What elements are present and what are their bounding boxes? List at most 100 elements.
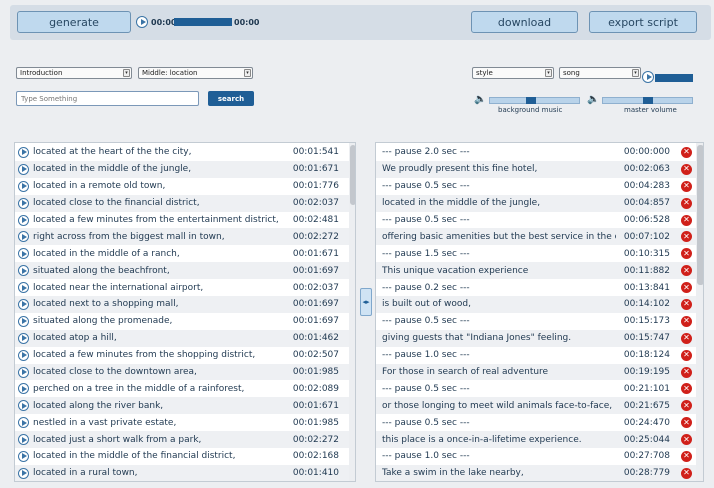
remove-icon[interactable]: ✕ [681,467,692,479]
script-row[interactable]: or those longing to meet wild animals fa… [376,397,696,415]
remove-icon[interactable]: ✕ [681,383,692,395]
scroll-thumb[interactable] [697,145,703,285]
song-progress-bar[interactable] [655,74,693,82]
player-progress-bar[interactable] [174,18,232,26]
script-row[interactable]: --- pause 0.2 sec --- 00:13:841 ✕ [376,279,696,296]
remove-icon[interactable]: ✕ [681,248,692,260]
phrase-row[interactable]: located atop a hill, 00:01:462 [15,329,349,347]
remove-icon[interactable]: ✕ [681,434,692,446]
remove-icon[interactable]: ✕ [681,231,692,243]
play-icon[interactable] [18,197,29,209]
play-icon[interactable] [18,315,29,327]
phrase-row[interactable]: located at the heart of the the city, 00:… [15,144,349,161]
remove-icon[interactable]: ✕ [681,282,692,294]
phrase-row[interactable]: located in a rural town, 00:01:410 [15,464,349,481]
script-row[interactable]: We proudly present this fine hotel, 00:02… [376,160,696,178]
remove-icon[interactable]: ✕ [681,450,692,462]
play-icon[interactable] [18,434,29,446]
script-row[interactable]: This unique vacation experience 00:11:882… [376,262,696,280]
script-row[interactable]: Take a swim in the lake nearby, 00:28:779… [376,464,696,481]
remove-icon[interactable]: ✕ [681,214,692,226]
script-row[interactable]: --- pause 1.0 sec --- 00:27:708 ✕ [376,448,696,465]
remove-icon[interactable]: ✕ [681,163,692,175]
script-row[interactable]: For those in search of real adventure 00:… [376,363,696,381]
remove-icon[interactable]: ✕ [681,417,692,429]
play-icon[interactable] [18,417,29,429]
script-row[interactable]: offering basic amenities but the best se… [376,228,696,246]
song-select[interactable]: song ▾ [559,67,641,79]
play-icon[interactable] [18,383,29,395]
style-select[interactable]: style ▾ [472,67,554,79]
script-row[interactable]: located in the middle of the jungle, 00:0… [376,194,696,212]
master-volume-slider[interactable] [602,97,693,104]
phrase-row[interactable]: located close to the downtown area, 00:01… [15,363,349,381]
phrase-row[interactable]: located next to a shopping mall, 00:01:69… [15,296,349,313]
play-icon[interactable] [18,298,29,310]
remove-icon[interactable]: ✕ [681,349,692,361]
phrase-row[interactable]: located in the middle of the jungle, 00:0… [15,160,349,178]
phrase-row[interactable]: located in a remote old town, 00:01:776 [15,178,349,195]
script-list-scrollbar[interactable] [696,143,703,481]
search-input[interactable] [16,91,199,106]
preview-play-icon[interactable] [136,16,148,28]
script-row[interactable]: --- pause 0.5 sec --- 00:24:470 ✕ [376,414,696,431]
slider-handle[interactable] [526,97,536,104]
panel-splitter-arrows-icon[interactable]: ◂▸ [360,288,372,316]
play-icon[interactable] [18,450,29,462]
generate-button[interactable]: generate [17,11,131,33]
play-icon[interactable] [18,214,29,226]
script-row[interactable]: --- pause 2.0 sec --- 00:00:000 ✕ [376,144,696,161]
phrase-row[interactable]: situated along the beachfront, 00:01:697 [15,262,349,280]
phrase-row[interactable]: nestled in a vast private estate, 00:01:9… [15,414,349,431]
middle-select[interactable]: Middle: location ▾ [138,67,253,79]
remove-icon[interactable]: ✕ [681,400,692,412]
remove-icon[interactable]: ✕ [681,197,692,209]
phrase-row[interactable]: located just a short walk from a park, 00… [15,431,349,449]
phrase-row[interactable]: right across from the biggest mall in to… [15,228,349,246]
script-row[interactable]: is built out of wood, 00:14:102 ✕ [376,296,696,313]
song-play-icon[interactable] [642,71,654,83]
phrase-row[interactable]: located in the middle of the financial d… [15,448,349,465]
scroll-thumb[interactable] [350,145,355,205]
play-icon[interactable] [18,231,29,243]
phrase-row[interactable]: perched on a tree in the middle of a rai… [15,380,349,397]
background-music-slider[interactable] [489,97,580,104]
phrase-row[interactable]: located along the river bank, 00:01:671 [15,397,349,415]
play-icon[interactable] [18,366,29,378]
script-row[interactable]: --- pause 0.5 sec --- 00:04:283 ✕ [376,178,696,195]
phrase-row[interactable]: located close to the financial district,… [15,194,349,212]
play-icon[interactable] [18,282,29,294]
script-row[interactable]: giving guests that "Indiana Jones" feeli… [376,329,696,347]
play-icon[interactable] [18,400,29,412]
play-icon[interactable] [18,180,29,192]
remove-icon[interactable]: ✕ [681,332,692,344]
slider-handle[interactable] [643,97,653,104]
phrase-row[interactable]: located near the international airport, 0… [15,279,349,296]
phrase-row[interactable]: situated along the promenade, 00:01:697 [15,313,349,330]
script-row[interactable]: --- pause 0.5 sec --- 00:15:173 ✕ [376,313,696,330]
script-row[interactable]: this place is a once-in-a-lifetime exper… [376,431,696,449]
phrase-list-scrollbar[interactable] [349,143,355,481]
play-icon[interactable] [18,467,29,479]
remove-icon[interactable]: ✕ [681,366,692,378]
script-row[interactable]: --- pause 1.5 sec --- 00:10:315 ✕ [376,245,696,262]
play-icon[interactable] [18,146,29,158]
phrase-row[interactable]: located in the middle of a ranch, 00:01:6… [15,245,349,262]
play-icon[interactable] [18,163,29,175]
script-row[interactable]: --- pause 0.5 sec --- 00:06:528 ✕ [376,212,696,229]
play-icon[interactable] [18,349,29,361]
export-script-button[interactable]: export script [589,11,697,33]
play-icon[interactable] [18,332,29,344]
script-row[interactable]: --- pause 1.0 sec --- 00:18:124 ✕ [376,347,696,364]
download-button[interactable]: download [471,11,578,33]
remove-icon[interactable]: ✕ [681,265,692,277]
play-icon[interactable] [18,248,29,260]
remove-icon[interactable]: ✕ [681,180,692,192]
remove-icon[interactable]: ✕ [681,315,692,327]
remove-icon[interactable]: ✕ [681,146,692,158]
remove-icon[interactable]: ✕ [681,298,692,310]
script-row[interactable]: --- pause 0.5 sec --- 00:21:101 ✕ [376,380,696,397]
introduction-select[interactable]: Introduction ▾ [16,67,132,79]
phrase-row[interactable]: located a few minutes from the shopping … [15,347,349,364]
play-icon[interactable] [18,265,29,277]
